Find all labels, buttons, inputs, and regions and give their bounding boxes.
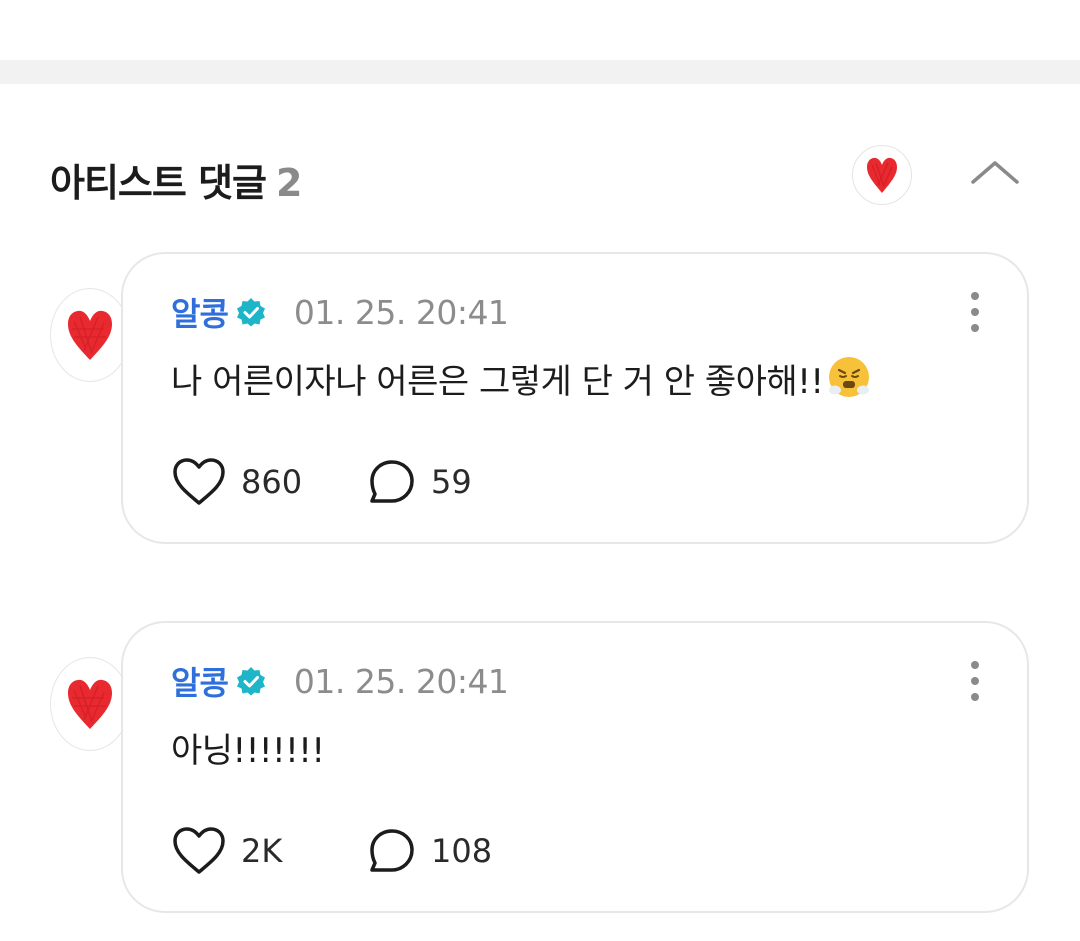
like-count: 860 — [241, 463, 303, 501]
more-dot — [971, 292, 979, 300]
comment-count: 2 — [276, 161, 302, 205]
like-count: 2K — [241, 832, 283, 870]
more-dot — [971, 677, 979, 685]
comment-meta: 알콩 01. 25. 20:41 — [171, 658, 509, 704]
more-options-button[interactable] — [963, 292, 987, 332]
more-dot — [971, 693, 979, 701]
reply-button[interactable]: 59 — [367, 458, 472, 506]
heart-avatar-icon — [867, 157, 897, 193]
more-dot — [971, 661, 979, 669]
author-name[interactable]: 알콩 — [171, 658, 229, 704]
like-button[interactable]: 860 — [171, 457, 367, 507]
avatar[interactable] — [50, 657, 130, 751]
heart-outline-icon — [173, 458, 225, 505]
speech-bubble-icon — [370, 460, 414, 503]
verified-badge-icon — [236, 666, 266, 696]
like-button[interactable]: 2K — [171, 826, 367, 876]
artist-comments-header: 아티스트 댓글 2 — [0, 84, 1080, 254]
heart-avatar-icon — [68, 310, 112, 360]
heart-outline-icon — [173, 827, 225, 874]
comment-item: 알콩 01. 25. 20:41 나 어른이자나 어른은 그렇게 단 거 안 좋… — [0, 252, 1080, 548]
verified-badge-icon — [236, 297, 266, 327]
reply-count: 59 — [431, 463, 472, 501]
comment-bubble: 알콩 01. 25. 20:41 아닝!!!!!!! 2K 108 — [121, 621, 1029, 913]
more-options-button[interactable] — [963, 661, 987, 701]
more-dot — [971, 324, 979, 332]
reply-count: 108 — [431, 832, 493, 870]
section-title: 아티스트 댓글 2 — [50, 161, 302, 205]
speech-bubble-icon — [370, 829, 414, 872]
comment-meta: 알콩 01. 25. 20:41 — [171, 289, 509, 335]
chevron-up-icon — [971, 161, 1019, 184]
more-dot — [971, 308, 979, 316]
comment-timestamp: 01. 25. 20:41 — [293, 661, 509, 701]
comment-bubble: 알콩 01. 25. 20:41 나 어른이자나 어른은 그렇게 단 거 안 좋… — [121, 252, 1029, 544]
avatar[interactable] — [50, 288, 130, 382]
comment-actions: 860 59 — [171, 452, 472, 512]
author-name[interactable]: 알콩 — [171, 289, 229, 335]
reply-button[interactable]: 108 — [367, 827, 492, 875]
heart-avatar-icon — [68, 679, 112, 729]
section-divider — [0, 60, 1080, 84]
comment-actions: 2K 108 — [171, 821, 492, 881]
comment-timestamp: 01. 25. 20:41 — [293, 292, 509, 332]
triumph-face-emoji-icon — [827, 355, 871, 408]
collapse-button[interactable] — [966, 150, 1024, 194]
comment-text: 아닝!!!!!!! — [171, 731, 325, 771]
comment-text: 나 어른이자나 어른은 그렇게 단 거 안 좋아해!! — [171, 354, 871, 408]
comment-item: 알콩 01. 25. 20:41 아닝!!!!!!! 2K 108 — [0, 621, 1080, 917]
artist-avatar-button[interactable] — [852, 145, 912, 205]
